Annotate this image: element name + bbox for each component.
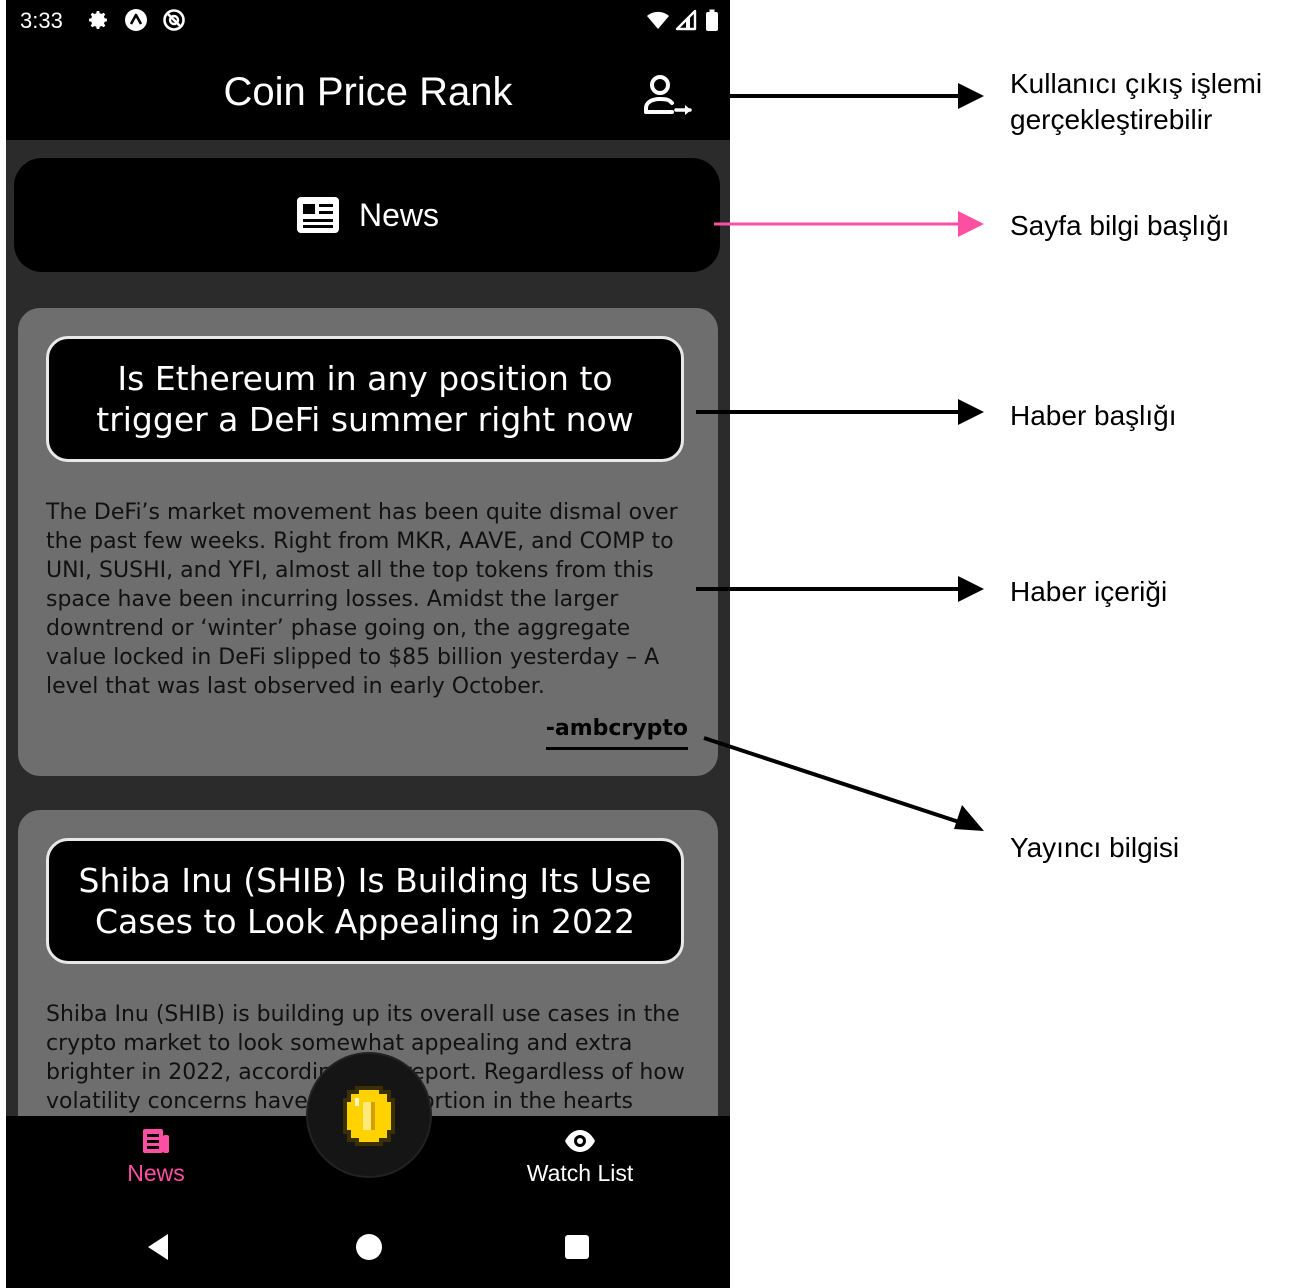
annotation-text: Kullanıcı çıkış işlemi gerçekleştirebili…: [1010, 68, 1263, 135]
back-icon[interactable]: [142, 1230, 176, 1264]
news-title-box: Shiba Inu (SHIB) Is Building Its Use Cas…: [46, 838, 684, 964]
newspaper-icon: [143, 1129, 169, 1153]
status-time: 3:33: [20, 8, 63, 33]
news-card[interactable]: Is Ethereum in any position to trigger a…: [18, 308, 718, 776]
annotation-logout: Kullanıcı çıkış işlemi gerçekleştirebili…: [1010, 66, 1300, 138]
no-sim-icon: [163, 9, 185, 31]
annotation-news-body: Haber içeriği: [1010, 576, 1168, 607]
nav-item-watch-list[interactable]: Watch List: [480, 1126, 680, 1187]
eye-icon: [565, 1130, 595, 1152]
coin-icon: [343, 1086, 395, 1146]
logout-user-icon[interactable]: [642, 74, 696, 118]
app-bar: Coin Price Rank: [6, 44, 730, 140]
system-navigation: [6, 1214, 730, 1288]
app-title: Coin Price Rank: [223, 70, 513, 114]
signal-icon: [675, 9, 697, 31]
news-title: Shiba Inu (SHIB) Is Building Its Use Cas…: [78, 861, 652, 941]
annotation-page-header: Sayfa bilgi başlığı: [1010, 210, 1230, 241]
android-icon: [125, 9, 147, 31]
phone-screen: 3:33 Coin Price Rank News Is Ethereum in…: [6, 0, 730, 1288]
annotation-publisher: Yayıncı bilgisi: [1010, 832, 1180, 863]
news-body: The DeFi’s market movement has been quit…: [46, 500, 678, 699]
wifi-icon: [647, 11, 669, 29]
newspaper-icon: [296, 197, 339, 233]
coin-fab-button[interactable]: [308, 1054, 430, 1176]
nav-label: News: [127, 1160, 185, 1186]
recents-icon[interactable]: [560, 1230, 594, 1264]
news-title-box: Is Ethereum in any position to trigger a…: [46, 336, 684, 462]
page-header-label: News: [358, 196, 439, 233]
nav-label: Watch List: [526, 1160, 634, 1186]
gear-icon: [89, 11, 107, 30]
news-title: Is Ethereum in any position to trigger a…: [96, 359, 634, 439]
status-bar: 3:33: [6, 0, 730, 44]
battery-icon: [706, 9, 718, 31]
annotation-news-title: Haber başlığı: [1010, 400, 1177, 431]
home-icon[interactable]: [352, 1230, 386, 1264]
nav-item-news[interactable]: News: [56, 1126, 256, 1187]
page-header: News: [14, 158, 720, 272]
news-source[interactable]: -ambcrypto: [545, 716, 688, 750]
